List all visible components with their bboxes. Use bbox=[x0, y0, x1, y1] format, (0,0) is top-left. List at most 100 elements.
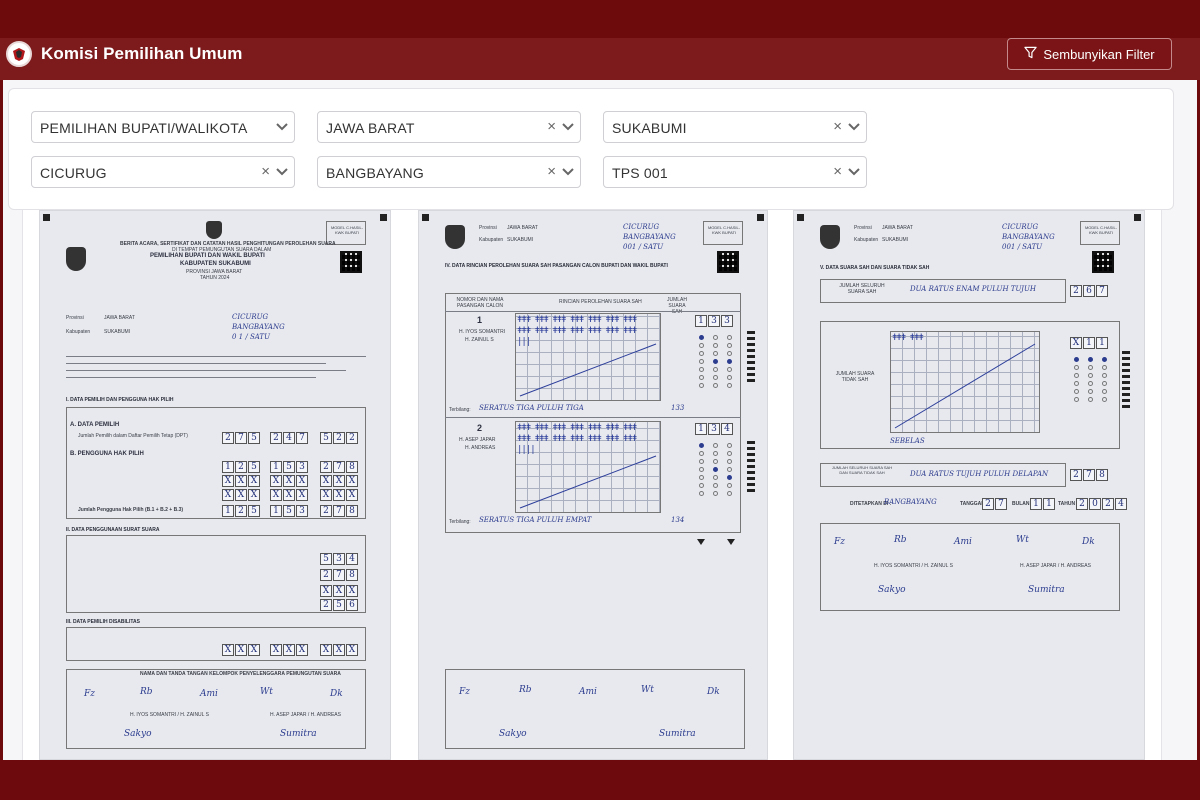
garuda-emblem-icon bbox=[820, 225, 840, 249]
clear-regency-icon[interactable]: × bbox=[833, 118, 842, 135]
election-type-select[interactable]: PEMILIHAN BUPATI/WALIKOTA bbox=[31, 111, 295, 143]
polling-station-select[interactable]: TPS 001 × bbox=[603, 156, 867, 188]
valid-votes-boxes: 267 bbox=[1070, 285, 1108, 297]
chevron-down-icon[interactable] bbox=[274, 119, 290, 135]
chevron-down-icon[interactable] bbox=[560, 119, 576, 135]
date-boxes: 27 bbox=[982, 498, 1007, 510]
b1-male-boxes: 125 bbox=[222, 461, 260, 473]
section-v-title: V. DATA SUARA SAH DAN SUARA TIDAK SAH bbox=[820, 265, 930, 271]
candidate2-total-boxes: 134 bbox=[695, 423, 733, 435]
document-page-2[interactable]: Provinsi JAWA BARAT Kabupaten SUKABUMI C… bbox=[418, 210, 768, 760]
chevron-down-icon[interactable] bbox=[846, 164, 862, 180]
omr-dots bbox=[1088, 357, 1093, 402]
dpt-male-boxes: 275 bbox=[222, 432, 260, 444]
province-label: Provinsi bbox=[66, 315, 84, 321]
chevron-down-icon[interactable] bbox=[560, 164, 576, 180]
ballots-unused-boxes: 256 bbox=[320, 599, 358, 611]
dpt-label: Jumlah Pemilih dalam Daftar Pemilih Teta… bbox=[78, 433, 188, 439]
main-content: PEMILIHAN BUPATI/WALIKOTA JAWA BARAT × S… bbox=[3, 80, 1197, 760]
b1-female-boxes: 153 bbox=[270, 461, 308, 473]
candidate2-name1: H. ASEP JAPAR bbox=[459, 437, 496, 443]
clear-village-icon[interactable]: × bbox=[547, 163, 556, 180]
district-value: CICURUG bbox=[40, 165, 107, 181]
divider bbox=[445, 417, 741, 418]
candidate1-names: H. IYOS SOMANTRI / H. ZAINUL S bbox=[130, 712, 209, 718]
candidate1-name2: H. ZAINUL S bbox=[465, 337, 494, 343]
timing-marks bbox=[747, 331, 755, 382]
signature: Sakyo bbox=[499, 729, 527, 739]
candidate1-tally-marks: ǂǂǂ ǂǂǂ ǂǂǂ ǂǂǂ ǂǂǂ ǂǂǂ ǂǂǂ bbox=[517, 315, 637, 325]
app-title[interactable]: Komisi Pemilihan Umum bbox=[41, 44, 242, 64]
candidate2-tally-marks: |||| bbox=[517, 445, 536, 455]
signature: Fz bbox=[834, 537, 845, 547]
candidate2-words: SERATUS TIGA PULUH EMPAT bbox=[479, 516, 592, 524]
corner-mark bbox=[422, 214, 429, 221]
omr-dots bbox=[1074, 357, 1079, 402]
candidate1-tally-marks: ||| bbox=[517, 337, 531, 347]
kpu-emblem-icon bbox=[206, 221, 222, 239]
corner-mark bbox=[757, 214, 764, 221]
divider bbox=[66, 377, 316, 378]
regency-value: SUKABUMI bbox=[104, 329, 131, 335]
document-page-1[interactable]: MODEL C.HASIL-KWK BUPATI BERITA ACARA, S… bbox=[39, 210, 391, 760]
corner-mark bbox=[380, 214, 387, 221]
corner-mark bbox=[797, 214, 804, 221]
valid-votes-label: JUMLAH SELURUH SUARA SAH bbox=[839, 283, 885, 295]
regency-value: SUKABUMI bbox=[612, 120, 687, 136]
signature-table bbox=[445, 669, 745, 749]
kpu-logo-icon[interactable] bbox=[6, 41, 32, 67]
signature: Ami bbox=[200, 689, 218, 699]
b3-boxes: XXX bbox=[270, 489, 308, 501]
tps-handwritten: 001 / SATU bbox=[1002, 243, 1043, 251]
regency-select[interactable]: SUKABUMI × bbox=[603, 111, 867, 143]
model-label: MODEL C.HASIL-KWK BUPATI bbox=[707, 225, 741, 235]
signature-table bbox=[66, 669, 366, 749]
corner-mark bbox=[43, 214, 50, 221]
garuda-emblem-icon bbox=[445, 225, 465, 249]
clear-district-icon[interactable]: × bbox=[261, 163, 270, 180]
total-votes-words: DUA RATUS TUJUH PULUH DELAPAN bbox=[910, 470, 1049, 478]
chevron-down-icon[interactable] bbox=[274, 164, 290, 180]
hide-filter-button[interactable]: Sembunyikan Filter bbox=[1007, 38, 1172, 70]
month-boxes: 11 bbox=[1030, 498, 1055, 510]
district-handwritten: CICURUG bbox=[1002, 223, 1039, 231]
valid-votes-words: DUA RATUS ENAM PULUH TUJUH bbox=[910, 285, 1036, 293]
year-label: TAHUN bbox=[1058, 501, 1076, 507]
candidate1-total-boxes: 133 bbox=[695, 315, 733, 327]
candidate2-number: 2 bbox=[477, 423, 483, 433]
clear-polling-station-icon[interactable]: × bbox=[833, 163, 842, 180]
omr-dots bbox=[1102, 357, 1107, 402]
village-handwritten: BANGBAYANG bbox=[1002, 233, 1055, 241]
candidate2-names: H. ASEP JAPAR / H. ANDREAS bbox=[1020, 563, 1091, 569]
candidate2-subtotal: 134 bbox=[671, 516, 685, 524]
signature: Sumitra bbox=[659, 729, 696, 739]
model-label: MODEL C.HASIL-KWK BUPATI bbox=[1084, 225, 1118, 235]
document-page-3[interactable]: Provinsi JAWA BARAT Kabupaten SUKABUMI C… bbox=[793, 210, 1145, 760]
signature: Sumitra bbox=[1028, 585, 1065, 595]
signature: Fz bbox=[459, 687, 470, 697]
province-value: JAWA BARAT bbox=[326, 120, 415, 136]
village-handwritten: BANGBAYANG bbox=[232, 323, 285, 331]
province-select[interactable]: JAWA BARAT × bbox=[317, 111, 581, 143]
invalid-tally-grid bbox=[890, 331, 1040, 433]
signature: Wt bbox=[1016, 535, 1029, 545]
district-select[interactable]: CICURUG × bbox=[31, 156, 295, 188]
province-value: JAWA BARAT bbox=[882, 225, 913, 231]
disability-boxes: XXX bbox=[222, 644, 260, 656]
clear-province-icon[interactable]: × bbox=[547, 118, 556, 135]
candidate1-number: 1 bbox=[477, 315, 483, 325]
qr-code-icon bbox=[340, 251, 362, 273]
triangle-marker-icon bbox=[697, 539, 705, 545]
district-handwritten: CICURUG bbox=[623, 223, 660, 231]
b2-boxes: XXX bbox=[320, 475, 358, 487]
section-iii-title: III. DATA PEMILIH DISABILITAS bbox=[66, 619, 140, 625]
chevron-down-icon[interactable] bbox=[846, 119, 862, 135]
village-select[interactable]: BANGBAYANG × bbox=[317, 156, 581, 188]
candidate2-tally-marks: ǂǂǂ ǂǂǂ ǂǂǂ ǂǂǂ ǂǂǂ ǂǂǂ ǂǂǂ bbox=[517, 434, 637, 444]
col-candidate-header: NOMOR DAN NAMA PASANGAN CALON bbox=[456, 297, 504, 309]
signature: Rb bbox=[519, 685, 532, 695]
candidate1-words: SERATUS TIGA PULUH TIGA bbox=[479, 404, 584, 412]
omr-dots bbox=[699, 335, 704, 388]
ballots-received-boxes: 534 bbox=[320, 553, 358, 565]
set-at-place: BANGBAYANG bbox=[884, 498, 937, 506]
